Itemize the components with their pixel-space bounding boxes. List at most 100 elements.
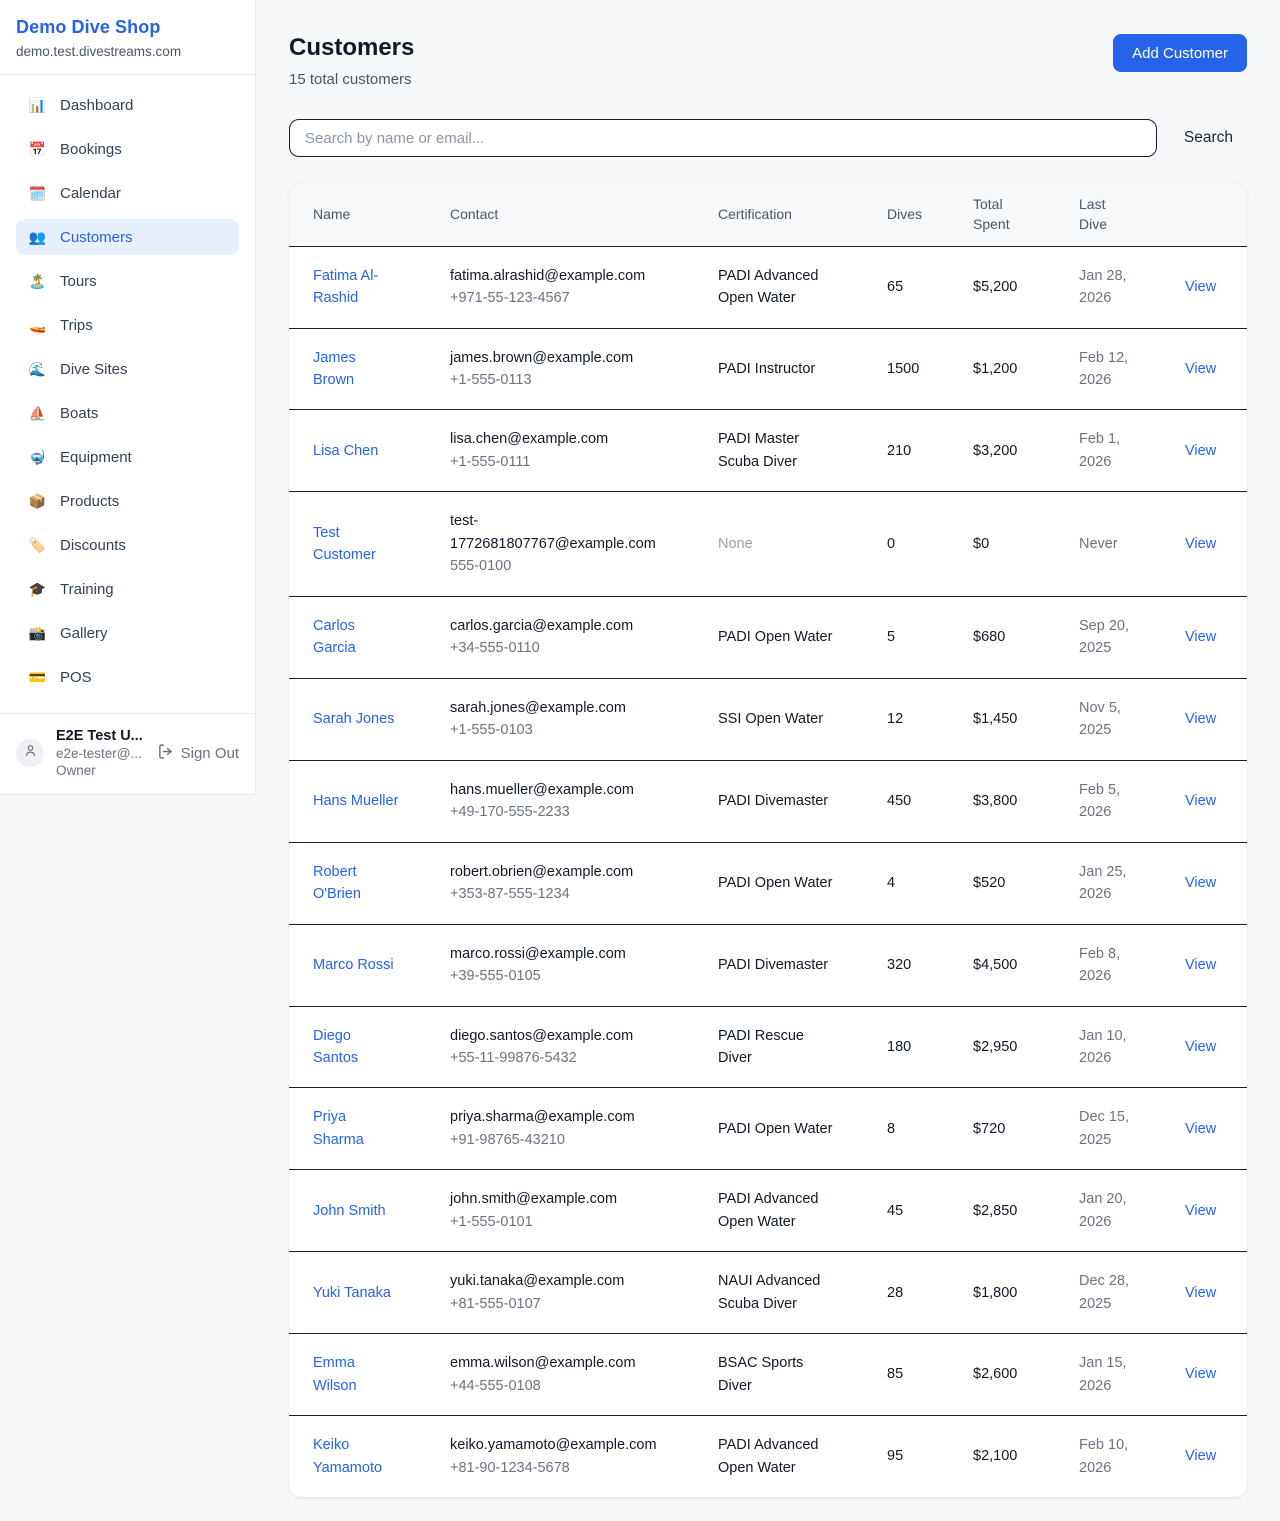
customer-dives-cell: 0 [871, 492, 957, 596]
customer-name-cell: Sarah Jones [289, 678, 434, 760]
customer-total-spent-cell: $2,850 [957, 1170, 1063, 1252]
customer-last-dive: Never [1079, 533, 1118, 555]
customer-name-link[interactable]: Test Customer [313, 522, 399, 567]
view-customer-link[interactable]: View [1185, 279, 1216, 295]
customer-name-cell: John Smith [289, 1170, 434, 1252]
sidebar-item-bookings[interactable]: 📅Bookings [16, 131, 239, 167]
column-header-label: Contact [450, 204, 498, 224]
customer-actions-cell: View [1169, 842, 1247, 924]
sign-out-button[interactable]: Sign Out [157, 743, 239, 764]
customer-name-link[interactable]: Robert O'Brien [313, 861, 399, 906]
view-customer-link[interactable]: View [1185, 629, 1216, 645]
customer-last-dive: Feb 10, 2026 [1079, 1434, 1153, 1479]
graduation-cap-icon: 🎓 [28, 581, 47, 598]
sidebar-item-products[interactable]: 📦Products [16, 483, 239, 519]
person-icon [23, 743, 38, 763]
view-customer-link[interactable]: View [1185, 443, 1216, 459]
view-customer-link[interactable]: View [1185, 875, 1216, 891]
add-customer-button[interactable]: Add Customer [1113, 34, 1247, 72]
column-header-label: Certification [718, 204, 792, 224]
view-customer-link[interactable]: View [1185, 536, 1216, 552]
customer-phone: +353-87-555-1234 [450, 883, 658, 905]
customer-name-link[interactable]: Keiko Yamamoto [313, 1434, 399, 1479]
view-customer-link[interactable]: View [1185, 957, 1216, 973]
customer-actions-cell: View [1169, 410, 1247, 492]
customer-name-link[interactable]: John Smith [313, 1200, 386, 1222]
sidebar-item-discounts[interactable]: 🏷️Discounts [16, 527, 239, 563]
customer-dives-cell: 4 [871, 842, 957, 924]
sidebar-item-customers[interactable]: 👥Customers [16, 219, 239, 255]
sidebar-item-tours[interactable]: 🏝️Tours [16, 263, 239, 299]
customer-last-dive-cell: Sep 20, 2025 [1063, 596, 1169, 678]
sidebar-item-label: Training [60, 581, 114, 598]
view-customer-link[interactable]: View [1185, 1448, 1216, 1464]
sidebar-item-dive-sites[interactable]: 🌊Dive Sites [16, 351, 239, 387]
view-customer-link[interactable]: View [1185, 1121, 1216, 1137]
customer-contact-cell: test-1772681807767@example.com555-0100 [434, 492, 702, 596]
customer-dives-cell: 320 [871, 924, 957, 1006]
customer-phone: +1-555-0101 [450, 1211, 658, 1233]
customer-name-link[interactable]: Carlos Garcia [313, 615, 399, 660]
search-button[interactable]: Search [1184, 129, 1233, 147]
customer-name-link[interactable]: Yuki Tanaka [313, 1282, 391, 1304]
customer-phone: +91-98765-43210 [450, 1129, 658, 1151]
view-customer-link[interactable]: View [1185, 1285, 1216, 1301]
sidebar-item-label: Dive Sites [60, 361, 128, 378]
sidebar-item-calendar[interactable]: 🗓️Calendar [16, 175, 239, 211]
customer-name-link[interactable]: Diego Santos [313, 1025, 399, 1070]
customer-certification-cell: PADI Open Water [702, 596, 871, 678]
customer-name-link[interactable]: James Brown [313, 347, 399, 392]
sidebar-item-boats[interactable]: ⛵Boats [16, 395, 239, 431]
customer-dives-cell: 5 [871, 596, 957, 678]
customer-certification: NAUI Advanced Scuba Diver [718, 1270, 836, 1315]
main-content: Customers 15 total customers Add Custome… [256, 0, 1280, 1521]
customer-certification: PADI Open Water [718, 1118, 832, 1140]
sidebar-item-training[interactable]: 🎓 Training [16, 571, 239, 607]
customer-name-link[interactable]: Emma Wilson [313, 1352, 399, 1397]
customer-name-link[interactable]: Lisa Chen [313, 440, 378, 462]
shop-domain: demo.test.divestreams.com [16, 44, 239, 59]
customer-name-link[interactable]: Fatima Al-Rashid [313, 265, 399, 310]
view-customer-link[interactable]: View [1185, 1203, 1216, 1219]
customer-total-spent-cell: $2,950 [957, 1006, 1063, 1088]
sidebar-item-equipment[interactable]: 🤿Equipment [16, 439, 239, 475]
sidebar-item-trips[interactable]: 🚤Trips [16, 307, 239, 343]
customer-total-spent-cell: $2,600 [957, 1334, 1063, 1416]
sidebar-item-label: POS [60, 669, 92, 686]
sidebar-item-dashboard[interactable]: 📊Dashboard [16, 87, 239, 123]
view-customer-link[interactable]: View [1185, 1039, 1216, 1055]
customer-name-link[interactable]: Marco Rossi [313, 954, 394, 976]
customer-phone: +44-555-0108 [450, 1375, 658, 1397]
sidebar-item-label: Bookings [60, 141, 122, 158]
customer-email: james.brown@example.com [450, 347, 658, 369]
customer-actions-cell: View [1169, 1170, 1247, 1252]
view-customer-link[interactable]: View [1185, 793, 1216, 809]
customer-contact-cell: james.brown@example.com+1-555-0113 [434, 328, 702, 410]
customer-phone: +971-55-123-4567 [450, 287, 658, 309]
customer-contact-cell: sarah.jones@example.com+1-555-0103 [434, 678, 702, 760]
customer-email: marco.rossi@example.com [450, 943, 658, 965]
customer-last-dive-cell: Never [1063, 492, 1169, 596]
view-customer-link[interactable]: View [1185, 1366, 1216, 1382]
view-customer-link[interactable]: View [1185, 361, 1216, 377]
customer-certification-cell: NAUI Advanced Scuba Diver [702, 1252, 871, 1334]
sidebar-item-pos[interactable]: 💳POS [16, 659, 239, 695]
table-row: Hans Muellerhans.mueller@example.com+49-… [289, 760, 1247, 842]
customer-phone: +1-555-0113 [450, 369, 658, 391]
customer-certification-cell: PADI Divemaster [702, 924, 871, 1006]
customer-certification-cell: PADI Advanced Open Water [702, 246, 871, 328]
customer-certification-cell: PADI Open Water [702, 1088, 871, 1170]
customer-name-link[interactable]: Priya Sharma [313, 1106, 399, 1151]
customer-name-link[interactable]: Hans Mueller [313, 790, 398, 812]
customer-total-spent-cell: $3,800 [957, 760, 1063, 842]
customer-total-spent-cell: $680 [957, 596, 1063, 678]
customer-name-link[interactable]: Sarah Jones [313, 708, 394, 730]
sidebar-item-label: Dashboard [60, 97, 133, 114]
customer-email: john.smith@example.com [450, 1188, 658, 1210]
view-customer-link[interactable]: View [1185, 711, 1216, 727]
customer-last-dive-cell: Jan 20, 2026 [1063, 1170, 1169, 1252]
customer-phone: +1-555-0111 [450, 451, 658, 473]
customer-dives-cell: 28 [871, 1252, 957, 1334]
search-input[interactable] [289, 119, 1157, 157]
sidebar-item-gallery[interactable]: 📸Gallery [16, 615, 239, 651]
